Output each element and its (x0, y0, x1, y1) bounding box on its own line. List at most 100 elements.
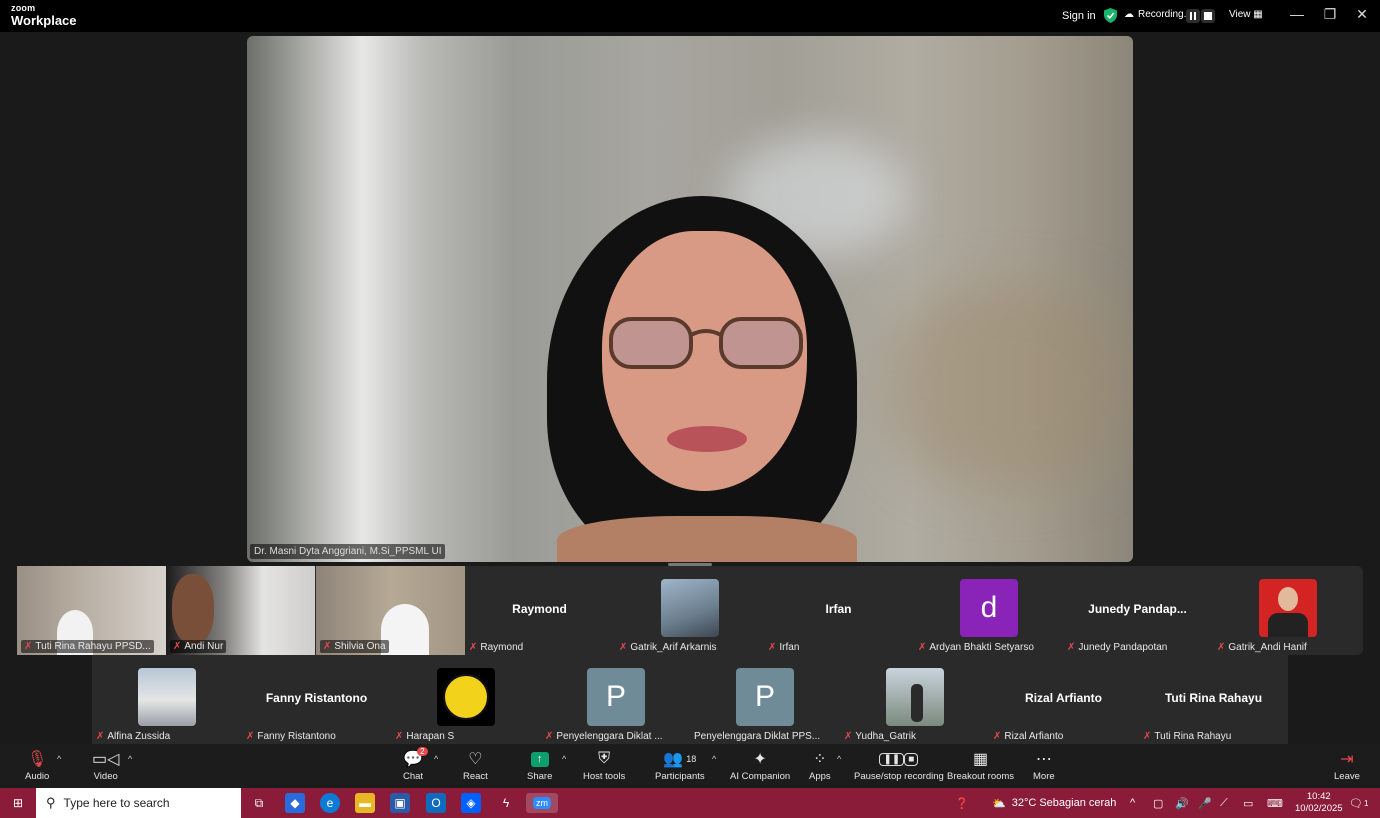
tray-expand-icon[interactable]: ^ (1130, 788, 1135, 818)
sign-in-link[interactable]: Sign in (1062, 0, 1096, 32)
task-view-icon[interactable]: ⧉ (249, 793, 269, 813)
store-icon[interactable]: ▣ (390, 793, 410, 813)
participants-options-caret[interactable]: ^ (712, 754, 716, 764)
participant-name: Irfan (779, 642, 800, 653)
recording-indicator[interactable]: ☁ Recording... (1124, 9, 1192, 20)
react-button[interactable]: ♡ React (463, 749, 488, 782)
participant-name: Fanny Ristantono (257, 731, 336, 742)
chat-button[interactable]: 💬 2 Chat (403, 747, 428, 782)
speaker-glasses (609, 317, 803, 369)
participant-tile[interactable]: Fanny Ristantono ✗ Fanny Ristantono (242, 655, 391, 744)
shield-icon[interactable] (1104, 8, 1117, 23)
grid-icon: ▦ (1253, 9, 1263, 20)
breakout-rooms-button[interactable]: ▦ Breakout rooms (947, 749, 1014, 782)
clock[interactable]: 10:42 10/02/2025 (1295, 788, 1343, 818)
host-tools-button[interactable]: ⛨ Host tools (583, 749, 625, 782)
muted-mic-icon: ✗ (844, 731, 853, 742)
participant-label: ✗ Harapan S (395, 731, 454, 742)
video-label: Video (93, 771, 118, 782)
camera-tray-icon[interactable]: ▢ (1153, 788, 1163, 818)
dropbox-icon[interactable]: ◈ (461, 793, 481, 813)
speaker-name-tag: Dr. Masni Dyta Anggriani, M.Si_PPSML UI (250, 544, 446, 559)
breakout-grid-icon: ▦ (972, 751, 989, 768)
windows-start-icon[interactable]: ⊞ (8, 793, 28, 813)
chat-options-caret[interactable]: ^ (434, 754, 438, 764)
participants-button[interactable]: 👥 18 Participants (655, 749, 705, 782)
participants-icon: 👥 18 (663, 751, 697, 768)
video-button[interactable]: ▭◁ Video (92, 749, 119, 782)
participant-tile[interactable]: d ✗ Ardyan Bhakti Setyarso (914, 566, 1063, 655)
microphone-icon[interactable]: 🎤 (1198, 788, 1212, 818)
participant-avatar (886, 668, 944, 726)
muted-mic-icon: ✗ (469, 642, 478, 653)
participant-tile[interactable]: ✗ Shilvia Ona (316, 566, 465, 655)
weather-icon: ⛅ (992, 797, 1006, 810)
host-tools-label: Host tools (583, 771, 626, 782)
participant-tile[interactable]: ✗ Harapan S (391, 655, 540, 744)
logo-line2: Workplace (11, 13, 77, 28)
search-placeholder: Type here to search (63, 796, 170, 810)
participant-name: Rizal Arfianto (1004, 731, 1064, 742)
display-icon[interactable]: ▭ (1243, 788, 1253, 818)
participant-bigname: Tuti Rina Rahayu (1164, 691, 1263, 705)
audio-button[interactable]: 🎙 Audio (25, 749, 49, 782)
network-icon[interactable]: ⟋ (1220, 788, 1228, 818)
participant-tile[interactable]: ✗ Yudha_Gatrik (840, 655, 989, 744)
video-options-caret[interactable]: ^ (128, 754, 132, 764)
close-icon[interactable]: ✕ (1352, 6, 1372, 23)
stop-recording-button[interactable] (1201, 9, 1215, 23)
speaker-icon[interactable]: 🔊 (1175, 788, 1189, 818)
participant-avatar: d (960, 579, 1018, 637)
help-icon[interactable]: ❓ (955, 788, 969, 818)
participant-tile[interactable]: P ✗ Penyelenggara Diklat ... (541, 655, 690, 744)
taskbar-search-input[interactable]: ⚲ Type here to search (36, 788, 241, 818)
copilot-icon[interactable]: ◆ (285, 793, 305, 813)
audio-options-caret[interactable]: ^ (57, 754, 61, 764)
view-menu[interactable]: View ▦ (1229, 9, 1263, 20)
participant-tile[interactable]: Junedy Pandap... ✗ Junedy Pandapotan (1063, 566, 1212, 655)
apps-options-caret[interactable]: ^ (837, 754, 841, 764)
participant-label: ✗ Ardyan Bhakti Setyarso (918, 642, 1034, 653)
share-icon: ↑ (530, 749, 549, 769)
participant-tile[interactable]: Tuti Rina Rahayu ✗ Tuti Rina Rahayu (1139, 655, 1288, 744)
participant-tile[interactable]: ✗ Gatrik_Andi Hanif (1213, 566, 1362, 655)
participant-tile[interactable]: ✗ Andi Nur (166, 566, 315, 655)
leave-button[interactable]: ⇥ Leave (1334, 749, 1360, 782)
participant-tile[interactable]: ✗ Tuti Rina Rahayu PPSD... (17, 566, 166, 655)
more-button[interactable]: ⋯ More (1033, 749, 1055, 782)
outlook-icon[interactable]: O (426, 793, 446, 813)
participant-tile[interactable]: ✗ Gatrik_Arif Arkarnis (615, 566, 764, 655)
participant-label: ✗ Fanny Ristantono (246, 731, 336, 742)
participant-tile[interactable]: ✗ Alfina Zussida (92, 655, 241, 744)
participant-name: Raymond (480, 642, 524, 653)
active-speaker-video[interactable]: Dr. Masni Dyta Anggriani, M.Si_PPSML UI (247, 36, 1133, 562)
muted-mic-icon: ✗ (395, 731, 404, 742)
muted-mic-icon: ✗ (1217, 642, 1226, 653)
participant-tile[interactable]: Rizal Arfianto ✗ Rizal Arfianto (989, 655, 1138, 744)
weather-widget[interactable]: ⛅ 32°C Sebagian cerah (992, 788, 1116, 818)
notification-icon[interactable]: 🗨 1 (1349, 788, 1368, 818)
apps-button[interactable]: ⁘ Apps (809, 749, 831, 782)
share-options-caret[interactable]: ^ (562, 754, 566, 764)
edge-browser-icon[interactable]: e (320, 793, 340, 813)
keyboard-icon[interactable]: ⌨ (1267, 788, 1283, 818)
restore-icon[interactable]: ❐ (1320, 6, 1340, 23)
file-explorer-icon[interactable]: ▬ (355, 793, 375, 813)
minimize-icon[interactable]: — (1287, 6, 1307, 22)
gallery-row-2: ✗ Alfina Zussida Fanny Ristantono ✗ Fanny … (92, 655, 1288, 744)
participants-label: Participants (655, 771, 705, 782)
leave-label: Leave (1334, 771, 1360, 782)
share-button[interactable]: ↑ Share (527, 749, 552, 782)
ai-companion-button[interactable]: ✦ AI Companion (730, 749, 790, 782)
participant-bigname: Rizal Arfianto (1025, 691, 1102, 705)
pause-recording-button[interactable] (1186, 9, 1200, 23)
app-bolt-icon[interactable]: ϟ (496, 793, 516, 813)
participant-tile[interactable]: Raymond ✗ Raymond (465, 566, 614, 655)
participant-tile[interactable]: P Penyelenggara Diklat PPS... (690, 655, 839, 744)
recording-label: Recording... (1138, 9, 1192, 20)
zoom-taskbar-icon[interactable]: zm (526, 793, 558, 813)
pause-stop-recording-button[interactable]: ❚❚ ■ Pause/stop recording (854, 749, 944, 782)
shield-icon: ⛨ (598, 750, 611, 767)
meeting-toolbar: 🎙 Audio ^ ▭◁ Video ^ 💬 2 Chat ^ ♡ React ↑… (0, 744, 1380, 788)
participant-tile[interactable]: Irfan ✗ Irfan (764, 566, 913, 655)
